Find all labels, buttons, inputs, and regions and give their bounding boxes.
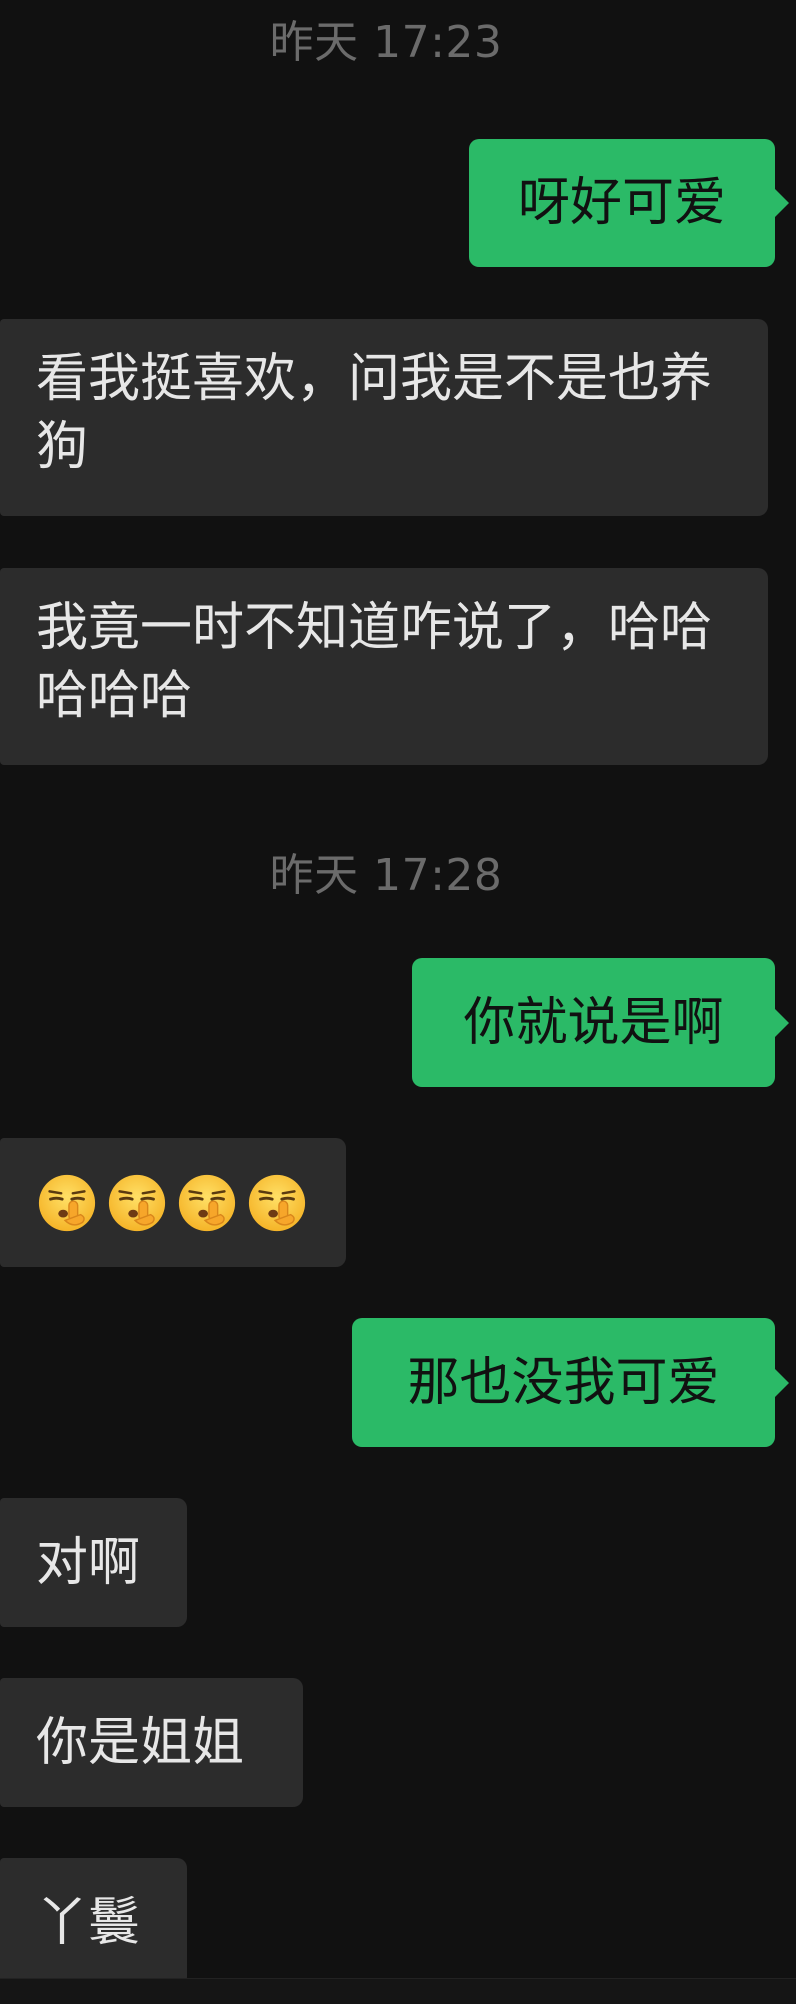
message-text: 看我挺喜欢，问我是不是也养狗 (36, 349, 713, 477)
message-bubble-outgoing[interactable]: 你就说是啊 (412, 958, 789, 1087)
message-bubble-incoming[interactable]: 我竟一时不知道咋说了，哈哈哈哈哈 (0, 568, 768, 765)
message-text: 呀好可爱 (517, 173, 726, 233)
message-text: 那也没我可爱 (407, 1352, 720, 1413)
message-text: 你就说是啊 (463, 992, 724, 1053)
message-text: 我竟一时不知道咋说了，哈哈哈哈哈 (36, 598, 713, 726)
message-text: 对啊 (36, 1532, 141, 1593)
message-bubble-outgoing[interactable]: 呀好可爱 (469, 139, 789, 267)
message-bubble-incoming[interactable]: 丫鬟 (0, 1858, 187, 1987)
message-text: 你是姐姐 (36, 1712, 245, 1773)
shushing-face-icon (106, 1172, 168, 1234)
timestamp: 昨天 17:28 (269, 850, 503, 901)
bottom-edge (0, 1978, 796, 2004)
emoji-row (36, 1172, 308, 1234)
message-bubble-incoming[interactable] (0, 1138, 346, 1267)
timestamp: 昨天 17:23 (269, 17, 503, 68)
shushing-face-icon (176, 1172, 238, 1234)
shushing-face-icon (36, 1172, 98, 1234)
message-bubble-incoming[interactable]: 对啊 (0, 1498, 187, 1627)
message-bubble-incoming[interactable]: 你是姐姐 (0, 1678, 303, 1807)
message-text: 丫鬟 (36, 1892, 141, 1953)
message-bubble-outgoing[interactable]: 那也没我可爱 (352, 1318, 789, 1447)
chat-conversation: 昨天 17:23 呀好可爱 看我挺喜欢，问我是不是也养狗 我竟一时不知道咋说了，… (0, 0, 796, 2004)
shushing-face-icon (246, 1172, 308, 1234)
message-bubble-incoming[interactable]: 看我挺喜欢，问我是不是也养狗 (0, 319, 768, 516)
